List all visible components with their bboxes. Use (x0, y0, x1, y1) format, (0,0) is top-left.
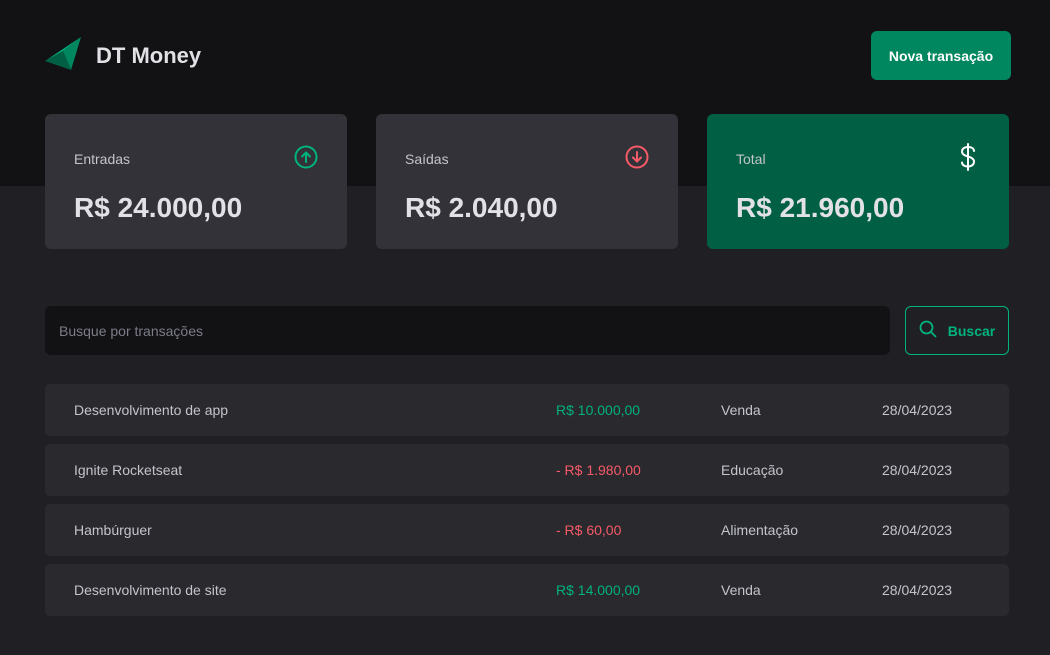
transaction-price: R$ 14.000,00 (556, 582, 641, 598)
table-row: Desenvolvimento de site R$ 14.000,00 Ven… (45, 564, 1009, 616)
dollar-sign-icon (956, 142, 980, 176)
summary-income-value: R$ 24.000,00 (74, 192, 243, 223)
summary-card-income: Entradas R$ 24.000,00 (45, 114, 347, 249)
transaction-description: Desenvolvimento de site (74, 582, 227, 598)
summary-income-label: Entradas (74, 151, 131, 167)
transaction-category: Venda (721, 402, 761, 418)
transaction-description: Desenvolvimento de app (74, 402, 229, 418)
table-row: Hambúrguer - R$ 60,00 Alimentação 28/04/… (45, 504, 1009, 556)
arrow-circle-up-icon (294, 145, 318, 174)
search-input[interactable] (45, 306, 890, 355)
summary-total-label: Total (736, 151, 766, 167)
table-row: Ignite Rocketseat - R$ 1.980,00 Educação… (45, 444, 1009, 496)
arrow-circle-down-icon (625, 145, 649, 174)
summary-outcome-label: Saídas (405, 151, 449, 167)
summary-cards: Entradas R$ 24.000,00 Saídas R$ 2.040,00… (45, 114, 1009, 249)
summary-total-value: R$ 21.960,00 (736, 192, 905, 223)
transaction-price: - R$ 1.980,00 (556, 462, 641, 478)
transaction-date: 28/04/2023 (882, 402, 953, 418)
search-icon (919, 320, 937, 341)
transaction-description: Ignite Rocketseat (74, 462, 183, 478)
transaction-date: 28/04/2023 (882, 522, 953, 538)
transaction-date: 28/04/2023 (882, 462, 953, 478)
transaction-description: Hambúrguer (74, 522, 152, 538)
search-button[interactable]: Buscar (905, 306, 1009, 355)
transaction-category: Venda (721, 582, 761, 598)
search-form: Buscar (45, 306, 1009, 355)
transactions-table: Desenvolvimento de app R$ 10.000,00 Vend… (45, 384, 1009, 624)
transaction-category: Educação (721, 462, 784, 478)
logo-icon (45, 36, 82, 75)
transaction-price: R$ 10.000,00 (556, 402, 641, 418)
summary-card-outcome: Saídas R$ 2.040,00 (376, 114, 678, 249)
new-transaction-button[interactable]: Nova transação (871, 31, 1011, 80)
app-title: DT Money (96, 42, 202, 68)
transaction-category: Alimentação (721, 522, 799, 538)
table-row: Desenvolvimento de app R$ 10.000,00 Vend… (45, 384, 1009, 436)
transaction-date: 28/04/2023 (882, 582, 953, 598)
search-button-label: Buscar (947, 322, 996, 339)
header: DT Money Nova transação (45, 31, 1011, 80)
summary-card-total: Total R$ 21.960,00 (707, 114, 1009, 249)
summary-outcome-value: R$ 2.040,00 (405, 192, 558, 223)
brand: DT Money (45, 36, 202, 75)
transaction-price: - R$ 60,00 (556, 522, 622, 538)
